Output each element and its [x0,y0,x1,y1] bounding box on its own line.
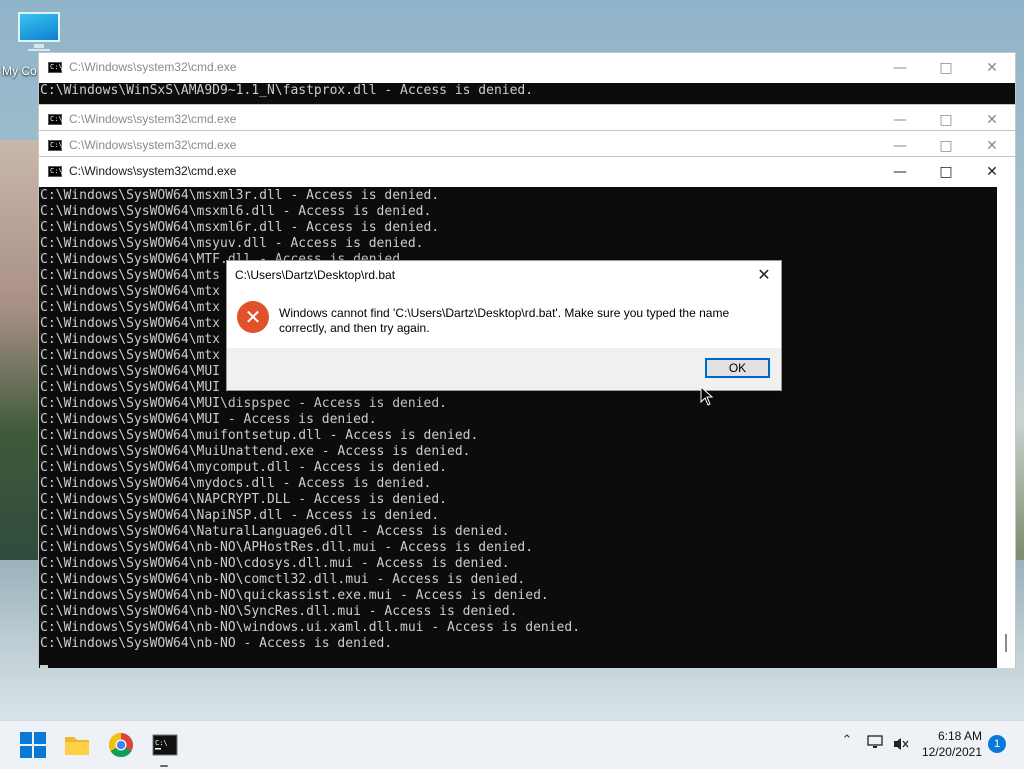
console-line: C:\Windows\SysWOW64\muifontsetup.dll - A… [40,428,479,443]
console-line: C:\Windows\SysWOW64\nb-NO\quickassist.ex… [40,588,549,603]
error-icon: ✕ [237,301,269,333]
console-prompt-cursor [40,652,1015,668]
console-line: C:\Windows\SysWOW64\NaturalLanguage6.dll… [40,524,510,539]
console-line: C:\Windows\SysWOW64\MuiUnattend.exe - Ac… [40,444,471,459]
console-line: C:\Windows\SysWOW64\msxml3r.dll - Access… [40,188,440,203]
cmd-window-3[interactable]: C:\ C:\Windows\system32\cmd.exe — □ ✕ [38,130,1016,161]
cmd-icon: C:\ [48,114,63,125]
console-line: C:\Windows\SysWOW64\nb-NO - Access is de… [40,636,393,651]
window-title: C:\Windows\system32\cmd.exe [69,112,237,126]
console-line: C:\Windows\SysWOW64\nb-NO\SyncRes.dll.mu… [40,604,518,619]
vertical-scrollbar[interactable] [997,187,1015,668]
console-line: C:\Windows\SysWOW64\MUI - Access is deni… [40,412,377,427]
dialog-footer: OK [227,348,781,390]
volume-muted-icon[interactable] [892,736,910,752]
scrollbar-thumb[interactable] [1005,634,1007,652]
close-button[interactable]: ✕ [969,53,1015,83]
window-title: C:\Windows\system32\cmd.exe [69,164,237,178]
start-button[interactable] [19,731,47,759]
chrome-icon[interactable] [107,731,135,759]
maximize-button[interactable]: □ [923,53,969,83]
network-icon[interactable] [866,734,884,750]
mouse-pointer-icon [700,386,714,406]
console-line: C:\Windows\SysWOW64\mycomput.dll - Acces… [40,460,447,475]
minimize-button[interactable]: — [877,53,923,83]
console-line: C:\Windows\WinSxS\AMA9D9~1.1_N\fastprox.… [40,83,534,98]
cmd-window-active[interactable]: C:\ C:\Windows\system32\cmd.exe — □ ✕ C:… [38,156,1016,668]
console-line: C:\Windows\SysWOW64\NapiNSP.dll - Access… [40,508,440,523]
console-line: C:\Windows\SysWOW64\msxml6r.dll - Access… [40,220,440,235]
dialog-close-button[interactable]: ✕ [753,263,775,287]
maximize-button[interactable]: □ [923,157,969,187]
ok-button[interactable]: OK [705,358,770,378]
error-dialog[interactable]: C:\Users\Dartz\Desktop\rd.bat ✕ ✕ Window… [226,260,782,391]
console-line: C:\Windows\SysWOW64\msxml6.dll - Access … [40,204,432,219]
dialog-message: Windows cannot find 'C:\Users\Dartz\Desk… [279,306,730,335]
desktop-icon-label: My Co [2,64,37,78]
dialog-title: C:\Users\Dartz\Desktop\rd.bat [235,268,396,282]
window-titlebar[interactable]: C:\ C:\Windows\system32\cmd.exe — □ ✕ [39,53,1015,83]
show-hidden-icons-chevron-icon[interactable]: ⌃ [838,732,856,750]
close-button[interactable]: ✕ [969,157,1015,187]
console-line: C:\Windows\SysWOW64\NAPCRYPT.DLL - Acces… [40,492,447,507]
clock-date: 12/20/2021 [921,745,982,759]
cmd-icon: C:\ [48,62,63,73]
cmd-window-2[interactable]: C:\ C:\Windows\system32\cmd.exe — □ ✕ [38,104,1016,135]
minimize-button[interactable]: — [877,157,923,187]
console-line: C:\Windows\SysWOW64\nb-NO\comctl32.dll.m… [40,572,526,587]
console-line: C:\Windows\SysWOW64\nb-NO\cdosys.dll.mui… [40,556,510,571]
window-title: C:\Windows\system32\cmd.exe [69,138,237,152]
monitor-icon [18,12,60,42]
console-line: C:\Windows\SysWOW64\MUI\dispspec - Acces… [40,396,447,411]
running-indicator [160,765,168,767]
clock-time: 6:18 AM [937,729,982,743]
window-titlebar[interactable]: C:\ C:\Windows\system32\cmd.exe — □ ✕ [39,157,1015,187]
file-explorer-icon[interactable] [63,731,91,759]
cmd-icon: C:\ [48,140,63,151]
notification-badge[interactable]: 1 [988,735,1006,753]
cmd-window-1[interactable]: C:\ C:\Windows\system32\cmd.exe — □ ✕ C:… [38,52,1016,106]
console-line: C:\Windows\SysWOW64\msyuv.dll - Access i… [40,236,424,251]
console-line: C:\Windows\SysWOW64\mydocs.dll - Access … [40,476,432,491]
console-output[interactable]: C:\Windows\WinSxS\AMA9D9~1.1_N\fastprox.… [39,83,1015,105]
taskbar-clock[interactable]: 6:18 AM 12/20/2021 [914,728,982,760]
console-line: C:\Windows\SysWOW64\nb-NO\windows.ui.xam… [40,620,581,635]
window-title: C:\Windows\system32\cmd.exe [69,60,237,74]
console-line: C:\Windows\SysWOW64\nb-NO\APHostRes.dll.… [40,540,534,555]
svg-text:C:\: C:\ [155,739,168,747]
cmd-icon: C:\ [48,166,63,177]
command-prompt-icon[interactable]: C:\ [151,731,179,759]
